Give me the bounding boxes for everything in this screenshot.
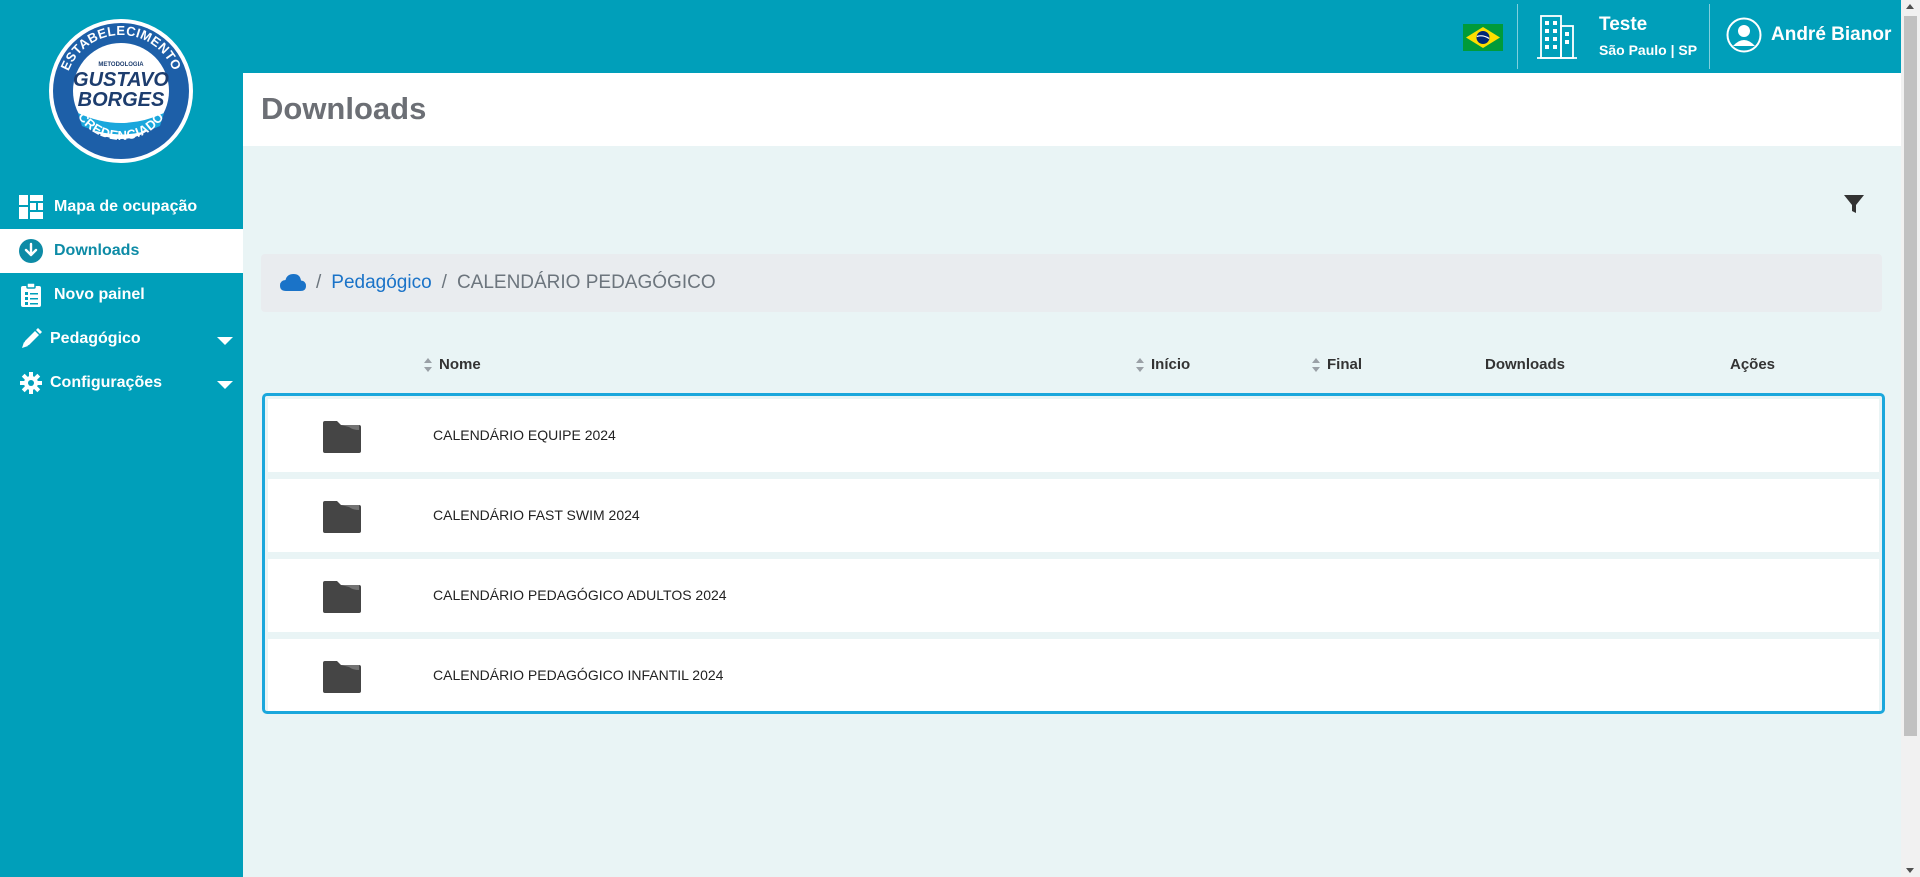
breadcrumb-item-pedagogico[interactable]: Pedagógico bbox=[331, 272, 431, 294]
sidebar-item-label: Downloads bbox=[54, 242, 140, 259]
clipboard-icon bbox=[18, 282, 44, 308]
school-name[interactable]: Teste bbox=[1599, 14, 1647, 36]
sidebar-item-label: Mapa de ocupação bbox=[54, 198, 198, 215]
column-header-nome[interactable]: Nome bbox=[423, 356, 481, 373]
row-name: CALENDÁRIO PEDAGÓGICO ADULTOS 2024 bbox=[433, 587, 727, 603]
breadcrumb-separator: / bbox=[316, 272, 322, 293]
scroll-up-arrow-icon[interactable] bbox=[1906, 4, 1914, 9]
filter-icon[interactable] bbox=[1844, 194, 1864, 214]
column-header-acoes: Ações bbox=[1730, 356, 1776, 373]
sidebar-item-label: Configurações bbox=[50, 374, 163, 391]
table-row[interactable]: CALENDÁRIO FAST SWIM 2024 bbox=[268, 479, 1879, 552]
chevron-down-icon bbox=[217, 337, 233, 345]
column-header-downloads: Downloads bbox=[1485, 356, 1566, 373]
row-name: CALENDÁRIO FAST SWIM 2024 bbox=[433, 507, 640, 523]
row-name: CALENDÁRIO EQUIPE 2024 bbox=[433, 427, 616, 443]
sidebar-item-label: Pedagógico bbox=[50, 330, 141, 347]
download-circle-icon bbox=[18, 238, 44, 264]
sort-icon bbox=[423, 357, 433, 372]
table-row[interactable]: CALENDÁRIO PEDAGÓGICO INFANTIL 2024 bbox=[268, 639, 1879, 711]
sidebar: ESTABELECIMENTO CREDENCIADO METODOLOGIA … bbox=[0, 0, 243, 877]
gustavo-borges-logo[interactable]: ESTABELECIMENTO CREDENCIADO METODOLOGIA … bbox=[48, 18, 194, 164]
school-location: São Paulo | SP bbox=[1599, 42, 1698, 58]
sidebar-nav: Mapa de ocupação Downloads Novo painel P… bbox=[0, 185, 243, 405]
brazil-flag-icon[interactable] bbox=[1463, 24, 1503, 51]
table-row[interactable]: CALENDÁRIO PEDAGÓGICO ADULTOS 2024 bbox=[268, 559, 1879, 632]
sidebar-item-mapa-de-ocupacao[interactable]: Mapa de ocupação bbox=[0, 185, 243, 229]
folder-icon bbox=[323, 501, 361, 533]
pencil-icon bbox=[18, 326, 44, 352]
folder-icon bbox=[323, 581, 361, 613]
scroll-down-arrow-icon[interactable] bbox=[1906, 868, 1914, 873]
cloud-icon[interactable] bbox=[280, 274, 306, 292]
user-avatar-icon[interactable] bbox=[1726, 17, 1762, 53]
svg-text:BORGES: BORGES bbox=[78, 89, 165, 111]
sidebar-item-label: Novo painel bbox=[54, 286, 145, 303]
header-divider bbox=[1709, 4, 1710, 69]
scrollbar-thumb[interactable] bbox=[1904, 16, 1917, 736]
chevron-down-icon bbox=[217, 381, 233, 389]
header-divider bbox=[1517, 4, 1518, 69]
grid-icon bbox=[18, 194, 44, 220]
gear-icon bbox=[18, 370, 44, 396]
breadcrumb-separator: / bbox=[441, 272, 447, 293]
top-bar: Teste São Paulo | SP André Bianor bbox=[243, 0, 1901, 73]
scrollbar[interactable] bbox=[1901, 0, 1920, 877]
sort-icon bbox=[1311, 357, 1321, 372]
sidebar-item-configuracoes[interactable]: Configurações bbox=[0, 361, 243, 405]
sidebar-item-downloads[interactable]: Downloads bbox=[0, 229, 243, 273]
page-title: Downloads bbox=[261, 91, 427, 126]
breadcrumb-item-current: CALENDÁRIO PEDAGÓGICO bbox=[456, 272, 716, 293]
folder-icon bbox=[323, 661, 361, 693]
table-header: Nome Início Final Downloads Ações bbox=[261, 350, 1882, 380]
table-row[interactable]: CALENDÁRIO EQUIPE 2024 bbox=[268, 399, 1879, 472]
svg-text:GUSTAVO: GUSTAVO bbox=[73, 69, 169, 91]
folder-icon bbox=[323, 421, 361, 453]
column-header-inicio[interactable]: Início bbox=[1135, 356, 1190, 373]
svg-text:METODOLOGIA: METODOLOGIA bbox=[98, 62, 144, 68]
page-header: Downloads bbox=[243, 73, 1901, 146]
building-icon[interactable] bbox=[1533, 12, 1581, 60]
sidebar-item-novo-painel[interactable]: Novo painel bbox=[0, 273, 243, 317]
table-body: CALENDÁRIO EQUIPE 2024 CALENDÁRIO FAST S… bbox=[262, 393, 1885, 714]
user-name[interactable]: André Bianor bbox=[1771, 24, 1891, 46]
sort-icon bbox=[1135, 357, 1145, 372]
breadcrumb: / Pedagógico / CALENDÁRIO PEDAGÓGICO bbox=[261, 254, 1882, 312]
column-header-final[interactable]: Final bbox=[1311, 356, 1362, 373]
row-name: CALENDÁRIO PEDAGÓGICO INFANTIL 2024 bbox=[433, 667, 724, 683]
sidebar-item-pedagogico[interactable]: Pedagógico bbox=[0, 317, 243, 361]
